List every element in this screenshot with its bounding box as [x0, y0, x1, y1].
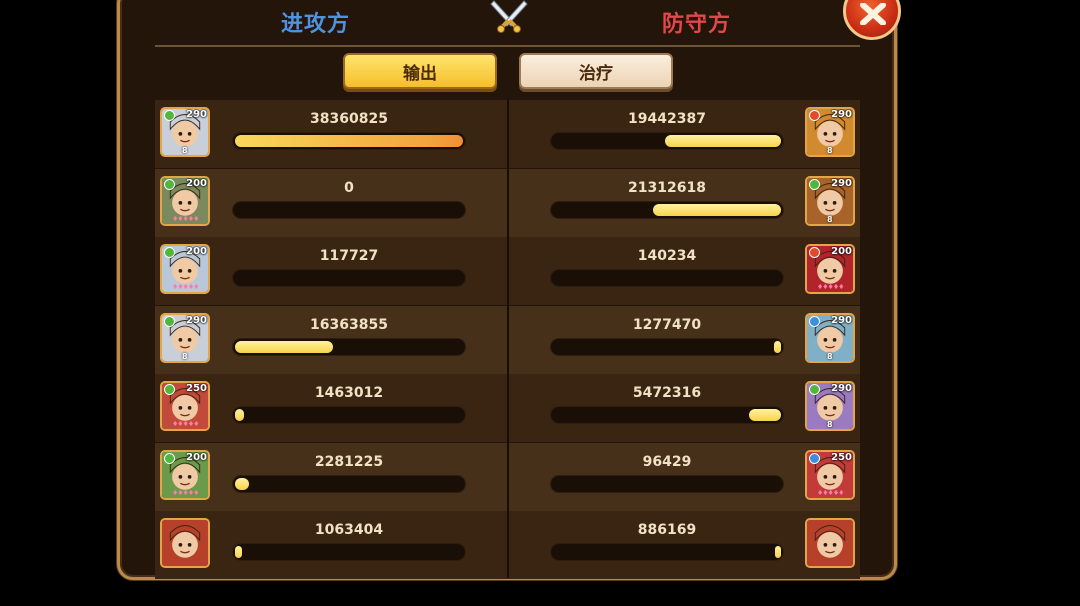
attacker-damage-value: 0	[344, 180, 354, 196]
element-badge-icon	[809, 453, 820, 464]
hero-level: 290	[831, 178, 852, 189]
attacker-damage-bar	[232, 269, 466, 287]
hero-level: 200	[186, 246, 207, 257]
defender-damage-value: 1277470	[632, 317, 702, 333]
attacker-damage-bar-fill	[235, 478, 249, 490]
hero-rank-pips-icon: ♦♦♦♦♦	[172, 215, 199, 223]
attacker-damage-bar-fill	[235, 135, 463, 147]
attacker-hero-avatar[interactable]: 290 8	[160, 313, 210, 363]
tab-output[interactable]: 输出	[343, 53, 497, 89]
hero-level: 200	[186, 178, 207, 189]
hero-level: 290	[186, 315, 207, 326]
defender-title: 防守方	[662, 12, 732, 37]
hero-star-rank: 8	[182, 146, 188, 155]
attacker-damage-bar-fill	[235, 546, 242, 558]
defender-hero-avatar[interactable]: 290 8	[805, 107, 855, 157]
attacker-damage-value: 1063404	[314, 522, 384, 538]
element-badge-icon	[164, 521, 175, 532]
attacker-hero-avatar[interactable]: 290 8	[160, 107, 210, 157]
attacker-damage-bar	[232, 132, 466, 150]
attacker-damage-bar	[232, 201, 466, 219]
element-badge-icon	[809, 384, 820, 395]
hero-level: 250	[186, 383, 207, 394]
element-badge-icon	[164, 316, 175, 327]
close-icon	[860, 3, 886, 25]
attacker-hero-avatar[interactable]	[160, 518, 210, 568]
crossed-swords-icon	[490, 0, 528, 33]
attacker-hero-avatar[interactable]: 200 ♦♦♦♦♦	[160, 176, 210, 226]
attacker-damage-value: 38360825	[310, 111, 388, 127]
hero-star-rank: 8	[827, 420, 833, 429]
hero-rank-pips-icon: ♦♦♦♦♦	[172, 283, 199, 291]
attacker-title: 进攻方	[281, 12, 351, 37]
tab-heal[interactable]: 治疗	[519, 53, 673, 89]
defender-damage-bar-fill	[749, 409, 781, 421]
center-divider	[507, 100, 509, 578]
defender-damage-bar-fill	[774, 341, 781, 353]
element-badge-icon	[809, 247, 820, 258]
defender-damage-bar	[550, 132, 784, 150]
hero-level: 200	[186, 452, 207, 463]
attacker-damage-value: 1463012	[314, 385, 384, 401]
defender-damage-bar	[550, 475, 784, 493]
defender-damage-bar-fill	[665, 135, 781, 147]
hero-star-rank: 8	[827, 215, 833, 224]
attacker-damage-value: 16363855	[310, 317, 388, 333]
attacker-damage-bar	[232, 475, 466, 493]
defender-hero-avatar[interactable]: 200 ♦♦♦♦♦	[805, 244, 855, 294]
defender-hero-avatar[interactable]: 290 8	[805, 381, 855, 431]
element-badge-icon	[809, 521, 820, 532]
hero-star-rank: 8	[827, 352, 833, 361]
element-badge-icon	[164, 453, 175, 464]
hero-star-rank: 8	[827, 146, 833, 155]
defender-hero-avatar[interactable]: 290 8	[805, 313, 855, 363]
element-badge-icon	[164, 384, 175, 395]
defender-damage-value: 21312618	[628, 180, 706, 196]
defender-damage-value: 5472316	[632, 385, 702, 401]
hero-rank-pips-icon: ♦♦♦♦♦	[172, 489, 199, 497]
defender-damage-bar	[550, 338, 784, 356]
defender-damage-bar	[550, 201, 784, 219]
defender-damage-value: 886169	[637, 522, 697, 538]
defender-damage-value: 140234	[637, 248, 697, 264]
hero-level: 200	[831, 246, 852, 257]
attacker-damage-bar-fill	[235, 341, 333, 353]
defender-hero-avatar[interactable]: 250 ♦♦♦♦♦	[805, 450, 855, 500]
hero-level: 290	[831, 383, 852, 394]
attacker-hero-avatar[interactable]: 200 ♦♦♦♦♦	[160, 450, 210, 500]
hero-rank-pips-icon: ♦♦♦♦♦	[817, 283, 844, 291]
hero-level: 290	[186, 109, 207, 120]
element-badge-icon	[164, 110, 175, 121]
hero-star-rank: 8	[182, 352, 188, 361]
attacker-damage-value: 117727	[319, 248, 379, 264]
defender-damage-value: 19442387	[628, 111, 706, 127]
defender-damage-value: 96429	[642, 454, 692, 470]
attacker-damage-bar	[232, 338, 466, 356]
attacker-hero-avatar[interactable]: 200 ♦♦♦♦♦	[160, 244, 210, 294]
defender-damage-bar	[550, 543, 784, 561]
attacker-damage-bar-fill	[235, 409, 244, 421]
attacker-damage-bar	[232, 406, 466, 424]
defender-damage-bar-fill	[775, 546, 781, 558]
element-badge-icon	[809, 179, 820, 190]
defender-damage-bar	[550, 406, 784, 424]
attacker-hero-avatar[interactable]: 250 ♦♦♦♦♦	[160, 381, 210, 431]
defender-damage-bar	[550, 269, 784, 287]
hero-level: 290	[831, 315, 852, 326]
header-divider	[155, 45, 860, 47]
element-badge-icon	[809, 316, 820, 327]
hero-rank-pips-icon: ♦♦♦♦♦	[817, 489, 844, 497]
element-badge-icon	[809, 110, 820, 121]
element-badge-icon	[164, 247, 175, 258]
defender-hero-avatar[interactable]: 290 8	[805, 176, 855, 226]
hero-rank-pips-icon: ♦♦♦♦♦	[172, 420, 199, 428]
defender-hero-avatar[interactable]	[805, 518, 855, 568]
element-badge-icon	[164, 179, 175, 190]
hero-level: 290	[831, 109, 852, 120]
attacker-damage-bar	[232, 543, 466, 561]
hero-level: 250	[831, 452, 852, 463]
attacker-damage-value: 2281225	[314, 454, 384, 470]
defender-damage-bar-fill	[653, 204, 781, 216]
